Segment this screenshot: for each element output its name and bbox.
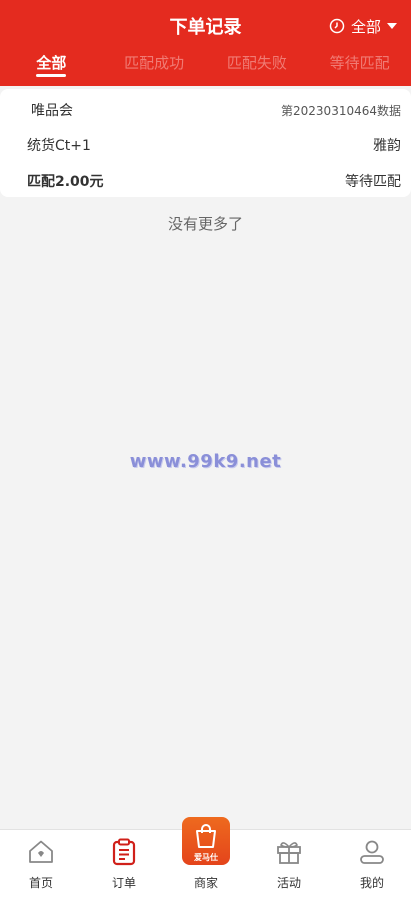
order-serial: 第20230310464数据 <box>281 103 401 118</box>
order-row-bottom: 匹配2.00元 等待匹配 <box>0 170 411 192</box>
nav-profile-label: 我的 <box>359 876 384 890</box>
filter-label: 全部 <box>350 17 381 36</box>
app-header: 下单记录 全部 全部 匹配成功 匹配失败 等待匹配 <box>0 0 411 86</box>
gift-icon <box>277 842 301 864</box>
nav-activity[interactable]: 活动 <box>254 830 324 898</box>
nav-activity-label: 活动 <box>276 876 301 890</box>
nav-home-label: 首页 <box>28 876 53 890</box>
clipboard-icon <box>112 838 136 866</box>
chevron-down-icon <box>387 23 397 29</box>
order-shop: 雅韵 <box>373 138 401 154</box>
user-icon <box>360 840 384 864</box>
order-platform: 唯品会 <box>31 103 73 119</box>
order-status: 等待匹配 <box>345 174 401 190</box>
merchant-badge-text: 爱马仕 <box>194 853 218 862</box>
tab-pending[interactable]: 等待匹配 <box>309 52 411 80</box>
nav-merchant[interactable]: 爱马仕 商家 <box>171 817 241 898</box>
nav-profile[interactable]: 我的 <box>337 830 407 898</box>
tab-failed[interactable]: 匹配失败 <box>206 52 308 80</box>
merchant-badge: 爱马仕 <box>182 817 230 865</box>
order-card[interactable]: 唯品会 第20230310464数据 统货Ct+1 雅韵 匹配2.00元 等待匹… <box>0 89 411 197</box>
order-amount: 匹配2.00元 <box>27 174 104 190</box>
shopping-bag-icon <box>196 824 216 848</box>
filter-dropdown[interactable]: 全部 <box>329 15 397 37</box>
nav-merchant-label: 商家 <box>193 876 218 890</box>
nav-orders-label: 订单 <box>111 876 136 890</box>
watermark: www.99k9.net <box>129 451 282 472</box>
status-tabs: 全部 匹配成功 匹配失败 等待匹配 <box>0 52 411 82</box>
bottom-nav: 首页 订单 爱马仕 商家 活动 我的 <box>0 817 411 898</box>
order-row-top: 唯品会 第20230310464数据 <box>0 99 411 121</box>
order-row-middle: 统货Ct+1 雅韵 <box>0 134 411 156</box>
tab-all[interactable]: 全部 <box>0 52 102 80</box>
nav-home[interactable]: 首页 <box>6 830 76 898</box>
clock-icon <box>329 18 345 34</box>
home-icon <box>29 840 53 863</box>
tab-matched[interactable]: 匹配成功 <box>103 52 205 80</box>
nav-orders[interactable]: 订单 <box>89 830 159 898</box>
list-end-text: 没有更多了 <box>167 215 243 233</box>
order-product: 统货Ct+1 <box>27 138 91 154</box>
